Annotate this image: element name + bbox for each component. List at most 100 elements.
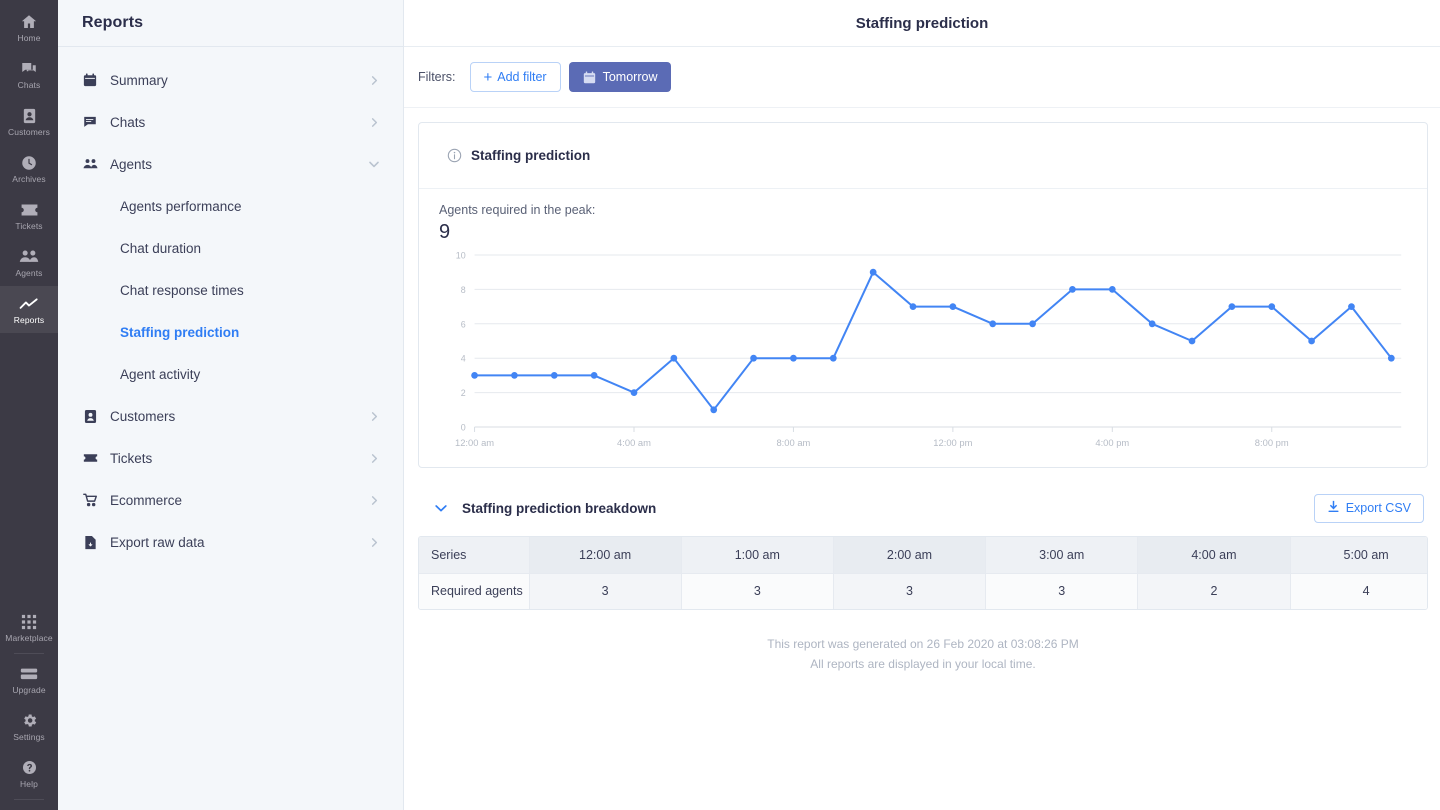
rail-item-customers[interactable]: Customers (0, 98, 58, 145)
sidebar-item-ecommerce[interactable]: Ecommerce (58, 479, 403, 521)
chart-data-point[interactable] (550, 372, 558, 379)
rail-item-upgrade[interactable]: Upgrade (0, 656, 58, 703)
chart-data-point[interactable] (869, 268, 877, 276)
filters-label: Filters: (418, 70, 456, 84)
tickets-icon (20, 200, 39, 219)
sidebar-item-agents-performance[interactable]: Agents performance (58, 185, 403, 227)
rail-item-help[interactable]: Help (0, 750, 58, 797)
chevron-right-icon (367, 409, 381, 423)
sidebar-item-agent-activity[interactable]: Agent activity (58, 353, 403, 395)
reports-nav-list: Summary Chats Agents Agents performance … (58, 47, 403, 563)
breakdown-header: Staffing prediction breakdown Export CSV (418, 484, 1428, 532)
chevron-right-icon (367, 493, 381, 507)
x-axis-tick-label: 12:00 pm (933, 438, 972, 449)
chart-data-point[interactable] (511, 372, 518, 379)
sidebar-subitem-label: Agents performance (120, 198, 242, 214)
export-csv-button[interactable]: Export CSV (1313, 493, 1424, 523)
reports-nav-header: Reports (58, 0, 403, 47)
chart-data-point[interactable] (1308, 337, 1315, 345)
column-header: 5:00 am (1290, 537, 1427, 573)
table-head: Series 12:00 am 1:00 am 2:00 am 3:00 am … (419, 537, 1427, 573)
rail-label-upgrade: Upgrade (12, 685, 46, 695)
rail-item-chats[interactable]: Chats (0, 51, 58, 98)
chart-data-point[interactable] (989, 320, 997, 328)
chart-data-point[interactable] (909, 303, 917, 310)
chart-line (475, 272, 1392, 410)
content-header: Staffing prediction (404, 0, 1440, 47)
rail-item-marketplace[interactable]: Marketplace (0, 604, 58, 651)
staffing-prediction-chart: 0 2 4 6 8 10 12:00 am 4:00 am 8:00 am 12:00 pm 4:0… (439, 246, 1417, 461)
x-axis-tick-label: 4:00 pm (1095, 438, 1129, 449)
report-footnote: This report was generated on 26 Feb 2020… (418, 634, 1428, 674)
rail-item-agents[interactable]: Agents (0, 239, 58, 286)
chart-data-point[interactable] (1348, 303, 1355, 310)
rail-item-tickets[interactable]: Tickets (0, 192, 58, 239)
chats-icon (20, 59, 38, 78)
chart-data-point[interactable] (670, 354, 678, 362)
column-header: 4:00 am (1137, 537, 1291, 573)
info-icon[interactable] (447, 148, 462, 163)
sidebar-item-staffing-prediction[interactable]: Staffing prediction (58, 311, 403, 353)
rail-item-archives[interactable]: Archives (0, 145, 58, 192)
chart-data-point[interactable] (790, 354, 797, 362)
chart-data-point[interactable] (1108, 286, 1116, 293)
rail-label-reports: Reports (13, 315, 45, 325)
chart-data-point[interactable] (1148, 320, 1156, 328)
chart-data-point[interactable] (1029, 320, 1036, 328)
rail-item-settings[interactable]: Settings (0, 703, 58, 750)
chart-data-point[interactable] (1268, 303, 1276, 310)
chevron-down-icon[interactable] (434, 501, 448, 515)
sidebar-subitem-label: Chat duration (120, 240, 202, 256)
rail-item-reports[interactable]: Reports (0, 286, 58, 333)
line-chart-svg: 0 2 4 6 8 10 12:00 am 4:00 am 8:00 am 12:00 pm 4:0… (455, 250, 1402, 449)
file-icon (82, 534, 98, 550)
customers-icon (21, 106, 38, 125)
chart-data-point[interactable] (949, 303, 957, 310)
sidebar-item-summary[interactable]: Summary (58, 59, 403, 101)
chart-data-point[interactable] (471, 372, 478, 379)
chart-data-point[interactable] (710, 406, 718, 414)
sidebar-item-chat-duration[interactable]: Chat duration (58, 227, 403, 269)
rail-item-home[interactable]: Home (0, 4, 58, 51)
cell-value: 4 (1290, 573, 1427, 609)
rail-label-archives: Archives (12, 174, 46, 184)
chart-data-point[interactable] (750, 354, 757, 362)
peak-label: Agents required in the peak: (439, 203, 596, 217)
help-question-icon (21, 758, 38, 777)
sidebar-subitem-label: Staffing prediction (120, 324, 240, 340)
agents-icon (19, 247, 39, 266)
column-header: 2:00 am (833, 537, 987, 573)
sidebar-item-agents[interactable]: Agents (58, 143, 403, 185)
primary-nav-rail: Home Chats Customers Archives Tickets Ag… (0, 0, 58, 810)
chart-data-point[interactable] (1188, 337, 1196, 345)
sidebar-item-label: Summary (110, 72, 168, 88)
chart-data-point[interactable] (829, 354, 837, 362)
chart-data-point[interactable] (590, 372, 598, 379)
sidebar-subitem-label: Chat response times (120, 282, 244, 298)
rail-label-help: Help (20, 779, 38, 789)
chart-data-point[interactable] (1069, 286, 1076, 293)
sidebar-item-chat-response-times[interactable]: Chat response times (58, 269, 403, 311)
date-range-filter-button[interactable]: Tomorrow (568, 62, 672, 92)
sidebar-item-export-raw-data[interactable]: Export raw data (58, 521, 403, 563)
peak-value: 9 (439, 221, 451, 243)
rail-label-settings: Settings (13, 732, 45, 742)
chart-data-point[interactable] (1228, 303, 1236, 310)
card-body: Agents required in the peak: 9 0 2 4 6 8 10 12… (419, 189, 1427, 467)
y-axis-tick-label: 6 (461, 319, 466, 329)
chart-data-point[interactable] (1387, 354, 1395, 362)
rail-top-group: Home Chats Customers Archives Tickets Ag… (0, 0, 58, 333)
sidebar-item-customers[interactable]: Customers (58, 395, 403, 437)
sidebar-item-tickets[interactable]: Tickets (58, 437, 403, 479)
marketplace-grid-icon (21, 612, 37, 631)
add-filter-button[interactable]: + Add filter (469, 62, 561, 92)
sidebar-item-chats[interactable]: Chats (58, 101, 403, 143)
chart-data-point[interactable] (630, 389, 638, 396)
app-root: Home Chats Customers Archives Tickets Ag… (0, 0, 1440, 810)
report-content: Staffing prediction Agents required in t… (404, 108, 1440, 810)
calendar-icon (82, 72, 98, 88)
cell-value: 2 (1137, 573, 1291, 609)
add-filter-label: Add filter (497, 70, 547, 84)
breakdown-table-container[interactable]: Series 12:00 am 1:00 am 2:00 am 3:00 am … (418, 536, 1428, 610)
column-header-series: Series (419, 537, 530, 573)
